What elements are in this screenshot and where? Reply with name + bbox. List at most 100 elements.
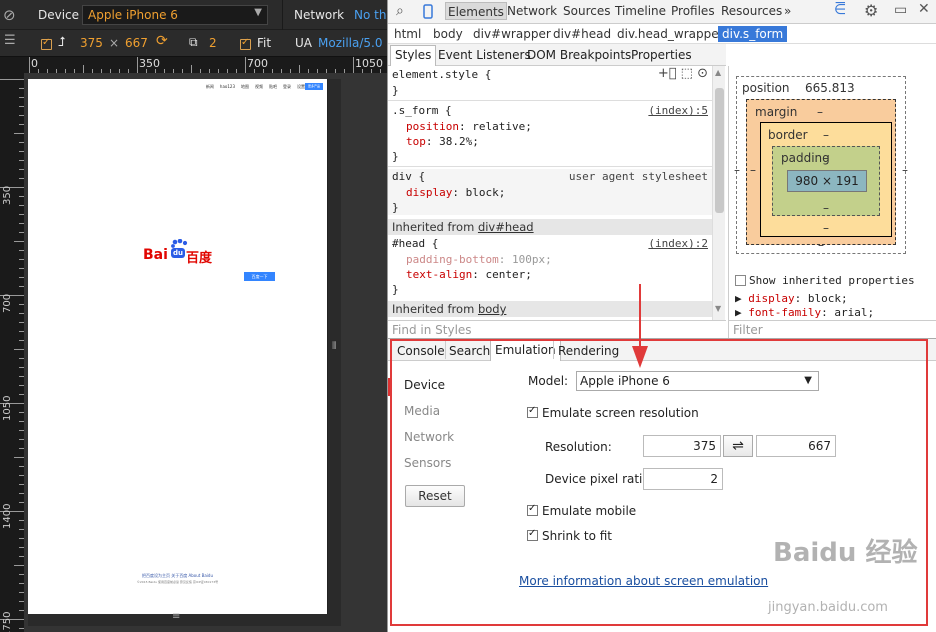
more-info-link[interactable]: More information about screen emulation (519, 574, 768, 588)
height-field[interactable]: 667 (125, 36, 148, 50)
ruler-tick (65, 69, 66, 73)
styles-subtab-bar: Styles Event Listeners DOM Breakpoints P… (388, 44, 726, 66)
console-drawer-icon[interactable]: ⋶ (834, 2, 846, 18)
show-inherited-checkbox[interactable] (735, 275, 746, 286)
breadcrumb-item[interactable]: div.head_wrapper (617, 27, 724, 41)
style-property[interactable]: padding-bottom: 100px; (406, 253, 552, 266)
settings-lines-icon[interactable]: ☰ (4, 33, 16, 48)
resolution-height-input[interactable]: 667 (756, 435, 836, 457)
footer-links[interactable]: 把百度设为主页 关于百度 About Baidu (28, 573, 327, 579)
computed-property[interactable]: ▶ display: block; (735, 292, 848, 305)
ruler-label: 1400 (2, 503, 13, 529)
reset-button[interactable]: Reset (405, 485, 465, 507)
no-entry-icon[interactable]: ⊘ (3, 6, 16, 24)
tab-network[interactable]: Network (507, 4, 557, 18)
nav-media[interactable]: Media (404, 404, 440, 418)
source-link[interactable]: (index):2 (648, 237, 708, 250)
scroll-thumb[interactable] (715, 88, 724, 213)
horizontal-ruler: 0 350 700 1050 (24, 57, 387, 73)
emulate-mobile-checkbox[interactable] (527, 503, 538, 516)
tab-styles[interactable]: Styles (390, 45, 437, 66)
rule-close: } (392, 283, 399, 296)
close-icon[interactable]: ✕ (918, 1, 930, 17)
network-select[interactable]: No thr (354, 8, 387, 22)
tab-resources[interactable]: Resources (721, 4, 782, 18)
resolution-checkbox[interactable] (41, 37, 52, 50)
tab-timeline[interactable]: Timeline (615, 4, 666, 18)
show-inherited-toggle[interactable]: Show inherited properties (735, 274, 915, 287)
tab-elements[interactable]: Elements (445, 2, 507, 20)
page-top-link[interactable]: 地图 (241, 84, 249, 89)
style-property[interactable]: top: 38.2%; (406, 135, 479, 148)
viewport-width-handle[interactable]: ⦀ (327, 79, 341, 614)
emulate-resolution-checkbox[interactable] (527, 405, 538, 418)
ruler-tick (335, 69, 336, 73)
vertical-ruler: 350 700 1050 1400 1750 (0, 73, 24, 632)
box-model-pane: position 665.813 – – – margin – – – – bo… (728, 66, 936, 338)
page-top-link[interactable]: 登录 (283, 84, 291, 89)
nav-sensors[interactable]: Sensors (404, 456, 451, 470)
tab-properties[interactable]: Properties (631, 48, 692, 62)
emulate-resolution-label: Emulate screen resolution (542, 406, 699, 420)
scroll-down-icon[interactable]: ▼ (715, 304, 721, 313)
tab-emulation[interactable]: Emulation (490, 340, 561, 361)
inherited-link[interactable]: body (478, 302, 506, 316)
nav-network[interactable]: Network (404, 430, 454, 444)
breadcrumb-item[interactable]: div#head (553, 27, 611, 41)
tab-rendering[interactable]: Rendering (558, 344, 619, 358)
viewport-height-handle[interactable]: ≡ (28, 611, 341, 626)
tab-event-listeners[interactable]: Event Listeners (438, 48, 531, 62)
dock-icon[interactable]: ▭ (894, 2, 907, 18)
ruler-tick (19, 151, 24, 152)
computed-filter-input[interactable]: Filter (729, 320, 936, 338)
device-mode-icon[interactable] (423, 4, 433, 19)
pixel-ratio-field[interactable]: 2 (209, 36, 217, 50)
dpr-input[interactable]: 2 (643, 468, 723, 490)
styles-scrollbar[interactable]: ▲ ▼ (712, 66, 725, 320)
page-top-link[interactable]: 贴吧 (269, 84, 277, 89)
property-name: top (406, 135, 426, 148)
tab-console[interactable]: Console (397, 344, 445, 358)
ruler-tick (19, 160, 24, 161)
style-property[interactable]: text-align: center; (406, 268, 532, 281)
swap-dimensions-button[interactable]: ⇌ (723, 435, 753, 457)
tab-dom-breakpoints[interactable]: DOM Breakpoints (527, 48, 631, 62)
fit-checkbox[interactable] (240, 37, 251, 50)
resolution-width-input[interactable]: 375 (643, 435, 721, 457)
breadcrumb-item[interactable]: html (394, 27, 421, 41)
model-select[interactable]: Apple iPhone 6 ▼ (576, 371, 819, 391)
inherited-link[interactable]: div#head (478, 220, 534, 234)
page-top-link[interactable]: hao123 (220, 84, 235, 89)
rotate-icon[interactable]: ⟳ (156, 33, 168, 49)
device-select[interactable]: Apple iPhone 6 ▼ (82, 5, 268, 25)
tab-search[interactable]: Search (449, 344, 490, 358)
search-button[interactable]: 百度一下 (244, 272, 275, 281)
ruler-tick (92, 69, 93, 73)
computed-property[interactable]: ▶ font-family: arial; (735, 306, 874, 319)
gear-icon[interactable]: ⚙ (864, 1, 878, 20)
page-top-link[interactable]: 视频 (255, 84, 263, 89)
style-property[interactable]: position: relative; (406, 120, 532, 133)
page-top-link[interactable]: 设置 (297, 84, 305, 89)
shrink-to-fit-checkbox[interactable] (527, 528, 538, 541)
add-rule-icon[interactable]: +⃞ ⬚ ⊙ (658, 66, 708, 81)
find-in-styles-input[interactable]: Find in Styles (388, 320, 726, 338)
nav-device[interactable]: Device (404, 378, 445, 392)
breadcrumb-item-selected[interactable]: div.s_form (718, 26, 788, 42)
tab-overflow[interactable]: » (784, 4, 791, 18)
source-link[interactable]: (index):5 (648, 104, 708, 117)
tab-profiles[interactable]: Profiles (671, 4, 715, 18)
ruler-tick (227, 69, 228, 73)
ruler-tick (19, 394, 24, 395)
user-agent-field[interactable]: Mozilla/5.0 (i (318, 36, 387, 50)
scroll-up-icon[interactable]: ▲ (715, 68, 721, 77)
device-viewport[interactable]: 新闻 hao123 地图 视频 贴吧 登录 设置 更多产品 Bai du 百度 百度一下 把… (28, 79, 327, 614)
width-field[interactable]: 375 (80, 36, 103, 50)
page-top-link[interactable]: 新闻 (206, 84, 214, 89)
breadcrumb-item[interactable]: div#wrapper (473, 27, 551, 41)
breadcrumb-item[interactable]: body (433, 27, 463, 41)
inspect-search-icon[interactable]: ⌕ (396, 3, 404, 19)
more-products-button[interactable]: 更多产品 (305, 83, 323, 90)
active-nav-marker (388, 378, 391, 396)
tab-sources[interactable]: Sources (563, 4, 610, 18)
